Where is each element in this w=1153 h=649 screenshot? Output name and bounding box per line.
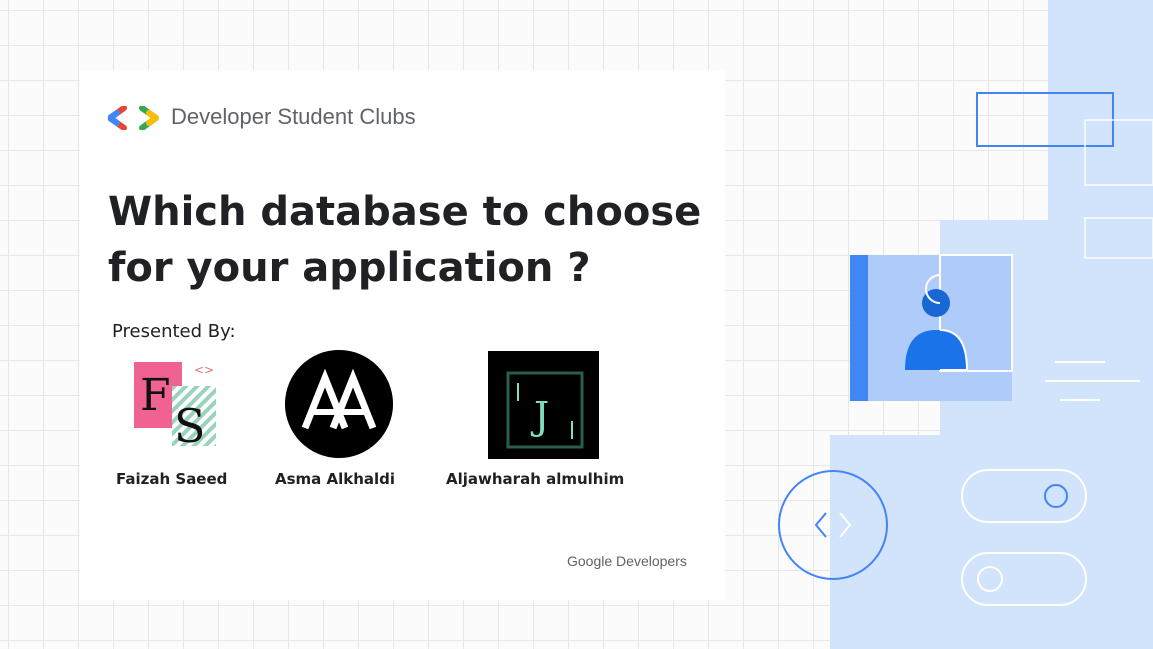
dsc-brackets-icon	[108, 106, 159, 130]
svg-text:S: S	[174, 399, 206, 448]
google-wordmark: Google	[567, 553, 613, 569]
brand-name: Developer Student Clubs	[171, 104, 416, 129]
svg-text:<>: <>	[194, 363, 214, 377]
slide-title: Which database to choose for your applic…	[108, 184, 718, 296]
person-card-icon	[850, 254, 1013, 401]
j-monogram-logo: J	[488, 351, 599, 459]
slide: Developer Student Clubs Which database t…	[0, 0, 1153, 649]
aa-monogram-logo	[285, 350, 393, 458]
decorative-panel	[778, 0, 1153, 649]
svg-text:F: F	[140, 370, 171, 421]
presenter-name-2: Asma Alkhaldi	[275, 470, 396, 488]
google-developers-logo: Google Developers	[567, 553, 687, 569]
presenter-name-1: Faizah Saeed	[116, 470, 228, 488]
panel-block-bottom	[830, 435, 1153, 649]
fs-monogram-logo: F S <>	[134, 362, 216, 448]
title-line-2: for your application ?	[108, 245, 591, 291]
title-line-1: Which database to choose	[108, 189, 702, 235]
presenter-name-3: Aljawharah almulhim	[446, 470, 625, 488]
developers-wordmark: Developers	[616, 553, 687, 569]
presented-by-label: Presented By:	[112, 321, 236, 342]
